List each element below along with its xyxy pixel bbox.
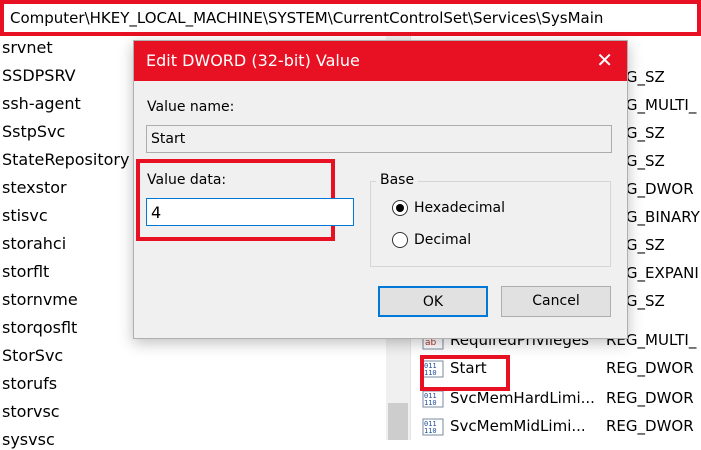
tree-item[interactable]: ssh-agent: [2, 94, 81, 114]
start-value-highlight: [420, 355, 510, 391]
close-icon[interactable]: ✕: [596, 49, 613, 71]
tree-item[interactable]: sysvsc: [2, 430, 55, 450]
decimal-label: Decimal: [414, 232, 472, 248]
tree-scroll-thumb[interactable]: [388, 403, 408, 440]
address-bar[interactable]: Computer\HKEY_LOCAL_MACHINE\SYSTEM\Curre…: [0, 0, 701, 36]
tree-item[interactable]: SstpSvc: [2, 122, 65, 142]
svg-text:ab: ab: [425, 338, 437, 348]
tree-item[interactable]: stornvme: [2, 290, 78, 310]
tree-item[interactable]: storqosflt: [2, 318, 77, 338]
value-name: SvcMemMidLimi...: [450, 417, 586, 435]
svg-text:110: 110: [424, 427, 437, 435]
value-name-field: Start: [146, 125, 612, 153]
tree-item[interactable]: StateRepository: [2, 150, 129, 170]
address-path: Computer\HKEY_LOCAL_MACHINE\SYSTEM\Curre…: [10, 9, 604, 27]
value-name-text: Start: [151, 131, 186, 147]
tree-item[interactable]: storufs: [2, 374, 57, 394]
value-row[interactable]: 011 110 SvcMemMidLimi... REG_DWOR: [418, 414, 701, 440]
ok-button[interactable]: OK: [378, 286, 488, 317]
value-name-label: Value name:: [147, 99, 235, 115]
tree-item[interactable]: storflt: [2, 262, 49, 282]
cancel-button[interactable]: Cancel: [501, 286, 611, 317]
value-type: REG_DWOR: [606, 389, 694, 407]
tree-item[interactable]: storahci: [2, 234, 66, 254]
base-label: Base: [376, 172, 419, 188]
svg-text:110: 110: [424, 399, 437, 407]
base-group: [370, 181, 611, 267]
tree-item[interactable]: SSDPSRV: [2, 66, 76, 86]
dword-value-icon: 011 110: [422, 418, 444, 436]
value-name: SvcMemHardLimi...: [450, 389, 595, 407]
dialog-title: Edit DWORD (32-bit) Value: [146, 51, 360, 70]
radio-checked-icon: [392, 200, 408, 216]
tree-item[interactable]: stexstor: [2, 178, 67, 198]
hexadecimal-label: Hexadecimal: [414, 200, 505, 216]
tree-item[interactable]: StorSvc: [2, 346, 63, 366]
dword-value-icon: 011 110: [422, 390, 444, 408]
value-data-input[interactable]: [146, 198, 354, 226]
radio-unchecked-icon: [392, 232, 408, 248]
dialog-titlebar[interactable]: Edit DWORD (32-bit) Value ✕: [134, 41, 627, 81]
value-type: REG_DWOR: [606, 417, 694, 435]
edit-dword-dialog: Edit DWORD (32-bit) Value ✕ Value name: …: [133, 40, 628, 339]
tree-item[interactable]: srvnet: [2, 38, 53, 58]
value-data-label: Value data:: [147, 172, 227, 188]
decimal-radio[interactable]: Decimal: [392, 232, 471, 248]
tree-item[interactable]: stisvc: [2, 206, 48, 226]
tree-item[interactable]: storvsc: [2, 402, 60, 422]
hexadecimal-radio[interactable]: Hexadecimal: [392, 200, 505, 216]
value-type: REG_DWOR: [606, 359, 694, 377]
